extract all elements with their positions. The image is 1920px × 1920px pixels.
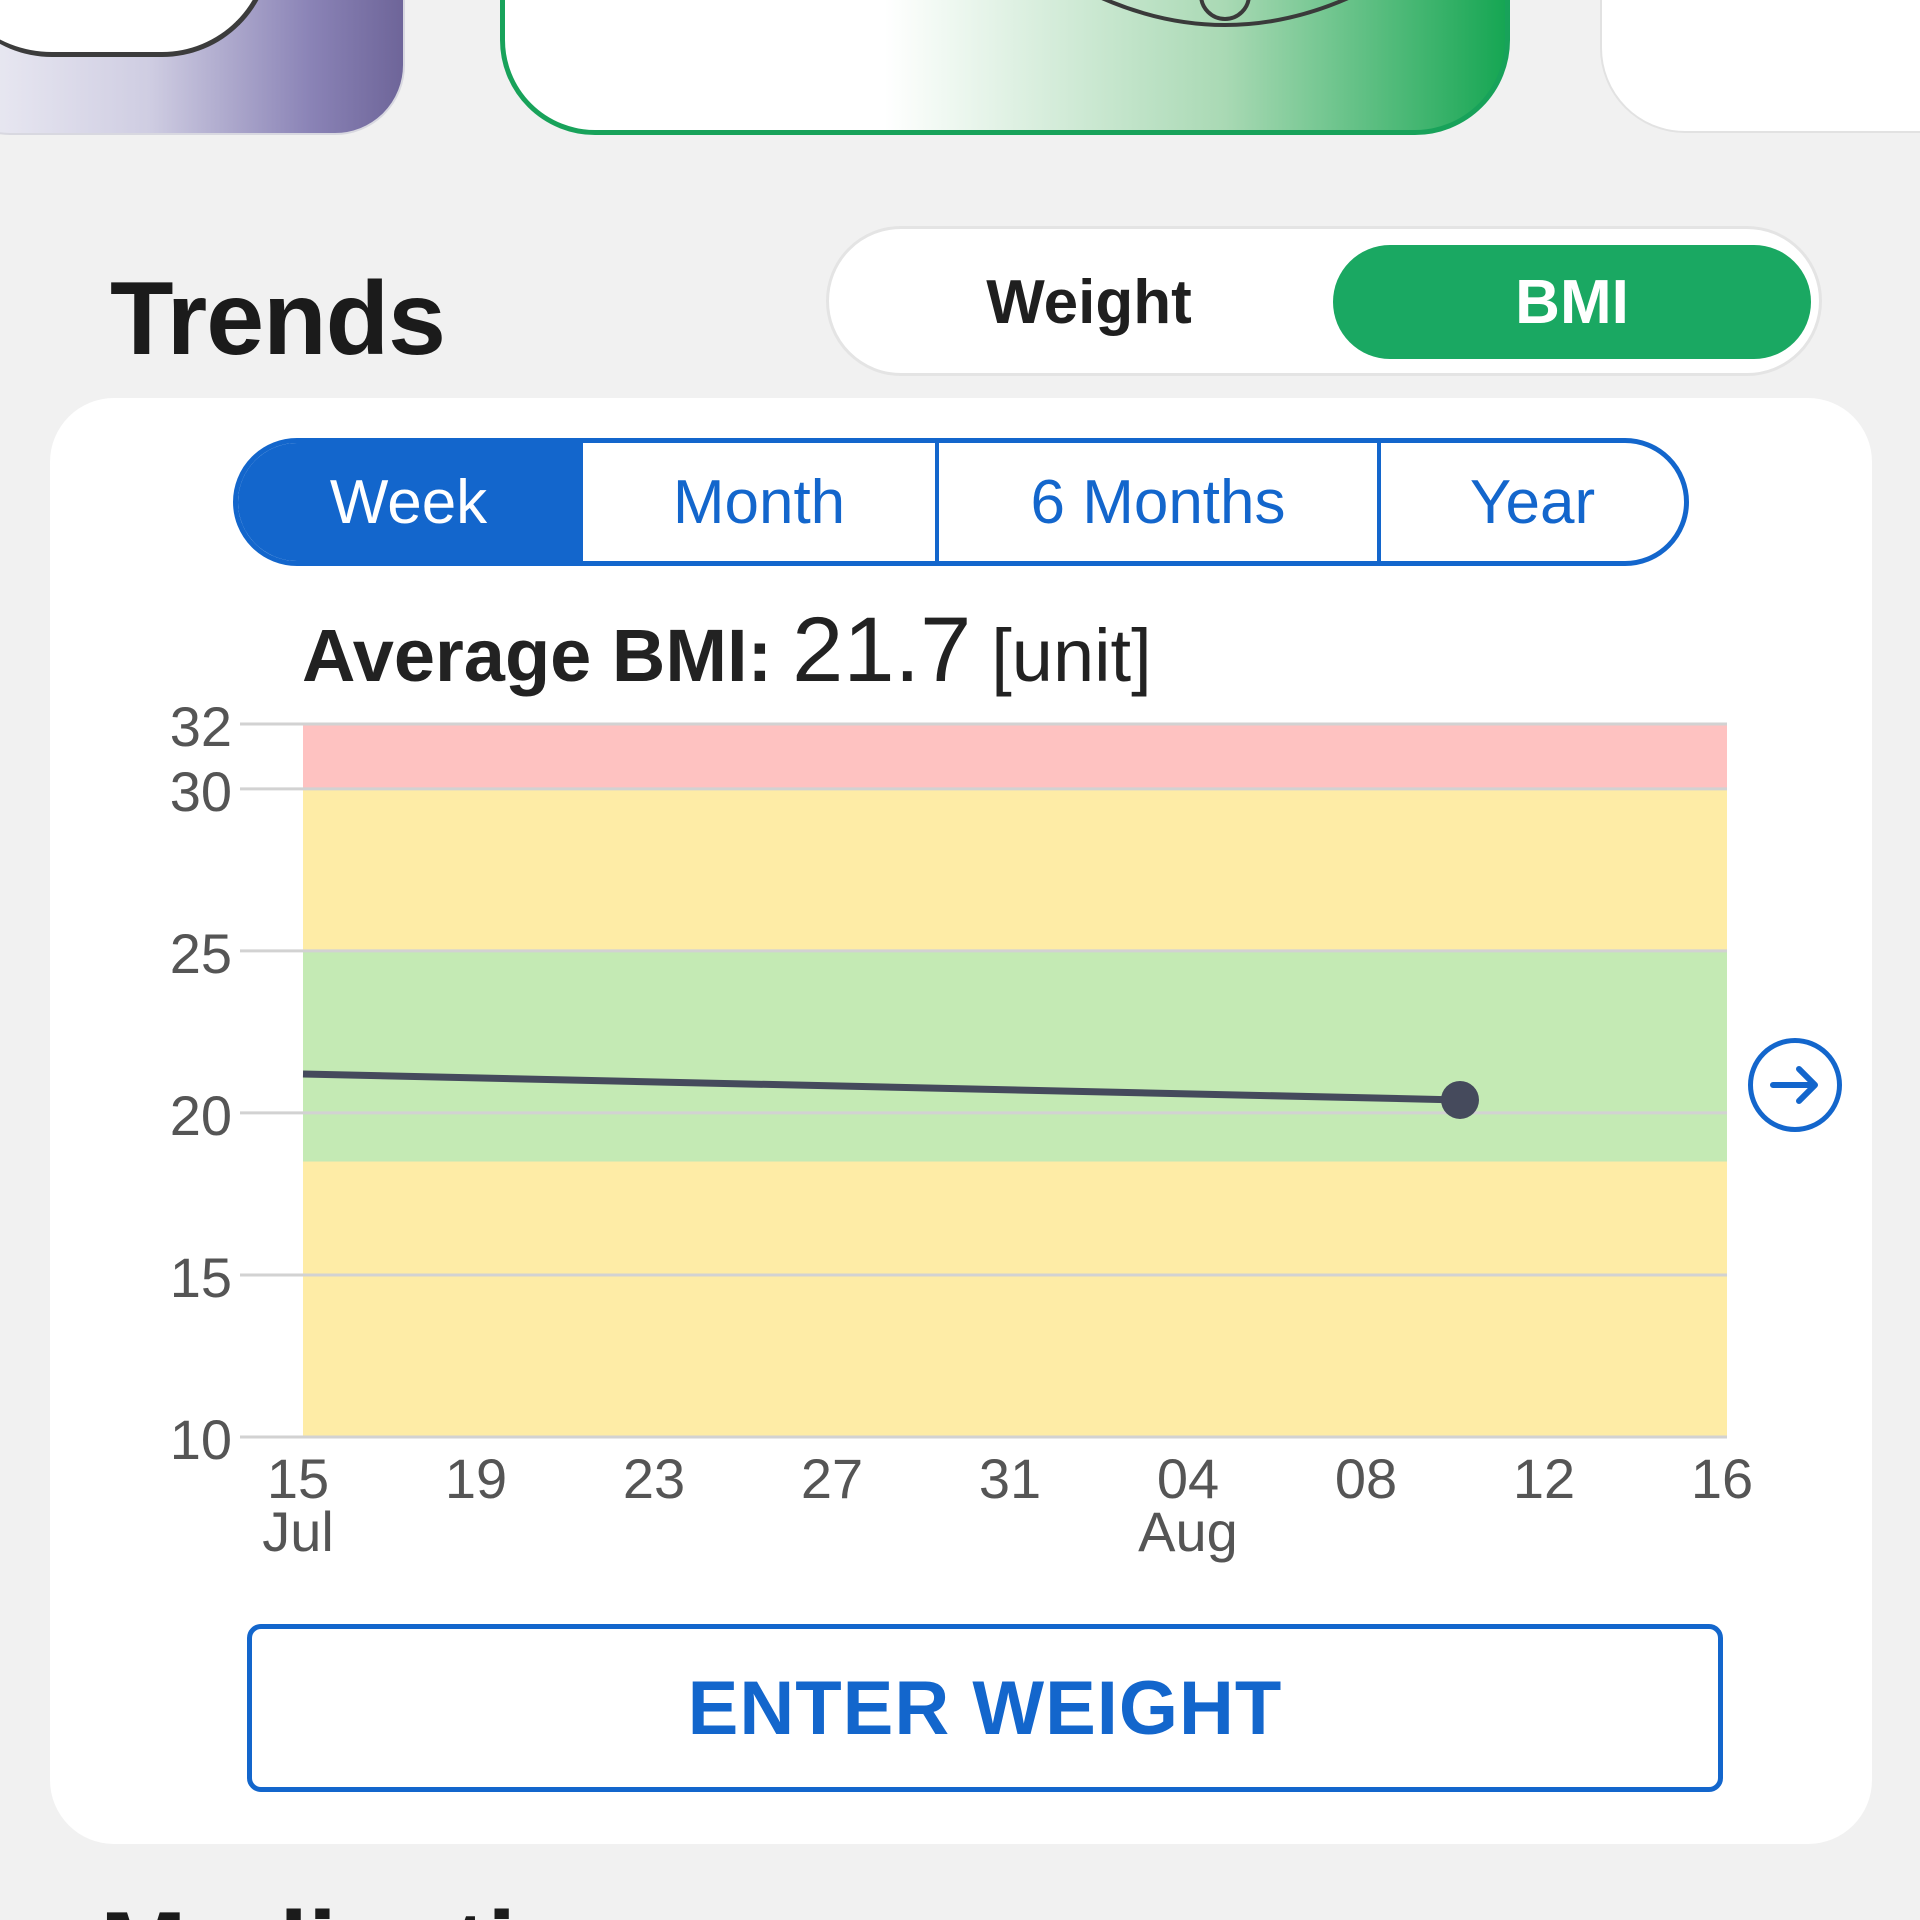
metric-option-bmi[interactable]: BMI [1333,245,1811,359]
medications-title: Medications [100,1890,701,1920]
trends-chart-card: Week Month 6 Months Year Average BMI: 21… [50,398,1872,1844]
y-tick-label: 25 [170,922,232,985]
y-tick-label: 10 [170,1408,232,1471]
next-period-button[interactable] [1748,1038,1842,1132]
y-tick-label: 15 [170,1246,232,1309]
chart-band-1 [303,950,1727,1162]
chart-band-3 [303,724,1727,789]
bmi-trend-chart: 10152025303215Jul19 23 27 31 04Aug08 12 16 [170,695,1753,1563]
chart-band-2 [303,788,1727,951]
x-month-label: Aug [1138,1500,1238,1563]
x-tick-label: 31 [979,1447,1041,1510]
scale-illustration-icon [1101,0,1349,27]
carousel-card-right[interactable] [1600,0,1920,133]
y-tick-label: 32 [170,695,232,758]
chart-band-0 [303,1161,1727,1437]
card-illustration [0,0,272,57]
carousel-card-center[interactable] [500,0,1510,135]
data-point [1441,1080,1479,1119]
x-tick-label: 12 [1513,1447,1575,1510]
x-tick-label: 27 [801,1447,863,1510]
x-tick-label: 19 [445,1447,507,1510]
y-tick-label: 30 [170,760,232,823]
y-tick-label: 20 [170,1084,232,1147]
x-tick-label: 08 [1335,1447,1397,1510]
metric-toggle: Weight BMI [826,226,1822,376]
metric-option-weight[interactable]: Weight [849,245,1329,359]
trends-title: Trends [110,261,446,377]
enter-weight-button[interactable]: ENTER WEIGHT [247,1624,1723,1792]
carousel-card-left[interactable] [0,0,405,135]
x-tick-label: 23 [623,1447,685,1510]
arrow-right-icon [1770,1066,1818,1104]
x-month-label: Jul [262,1500,334,1563]
x-tick-label: 16 [1691,1447,1753,1510]
